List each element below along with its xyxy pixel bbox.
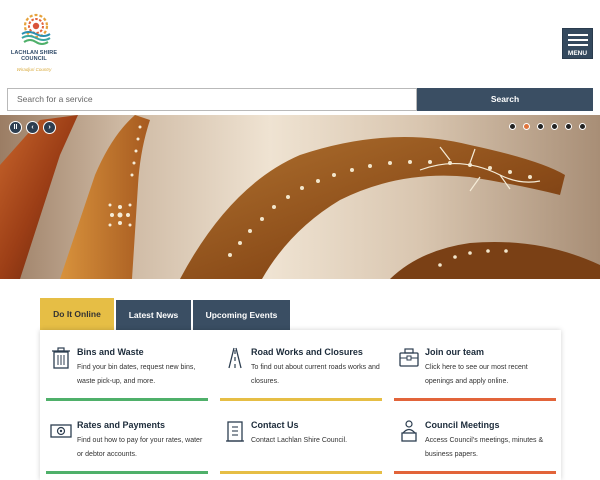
site-header: LACHLAN SHIRE COUNCIL Wiradjuri Country … [0,0,600,88]
slide-dot-3[interactable] [537,123,544,130]
slide-dot-4[interactable] [551,123,558,130]
card-description: Contact Lachlan Shire Council. [251,437,348,444]
search-button[interactable]: Search [417,88,593,111]
card-title: Bins and Waste [77,347,144,357]
road-icon [228,347,242,369]
pause-icon[interactable]: II [9,121,22,134]
logo-name: LACHLAN SHIRE COUNCIL [6,50,62,62]
card-description: To find out about current roads works an… [251,364,380,385]
tab-upcoming-events[interactable]: Upcoming Events [193,300,290,330]
menu-label: MENU [567,50,588,57]
card-description: Find your bin dates, request new bins, w… [77,364,196,385]
meeting-icon [401,420,417,442]
slide-dot-6[interactable] [579,123,586,130]
boomerang-image [0,115,600,279]
menu-button[interactable]: MENU [562,28,593,59]
card-bins-and-waste[interactable]: Bins and Waste Find your bin dates, requ… [40,330,213,403]
logo-tagline: Wiradjuri Country [16,67,52,72]
card-description: Access Council’s meetings, minutes & bus… [425,437,544,458]
card-divider [220,471,382,474]
card-contact-us[interactable]: Contact Us Contact Lachlan Shire Council… [214,403,387,480]
logo-name-line2: COUNCIL [21,56,47,62]
card-title: Join our team [425,347,485,357]
contact-icon [226,421,244,442]
logo-mark-icon [21,13,51,45]
slide-dot-1[interactable] [509,123,516,130]
card-title: Rates and Payments [77,420,166,430]
tab-latest-news[interactable]: Latest News [116,300,191,330]
council-logo[interactable]: LACHLAN SHIRE COUNCIL Wiradjuri Country [6,12,62,76]
tab-do-it-online[interactable]: Do It Online [40,298,114,330]
card-join-our-team[interactable]: Join our team Click here to see our most… [388,330,561,403]
card-title: Contact Us [251,420,299,430]
money-icon [50,424,72,438]
card-divider [394,398,556,401]
card-road-works[interactable]: Road Works and Closures To find out abou… [214,330,387,403]
card-divider [46,398,208,401]
slide-dot-2[interactable] [523,123,530,130]
slide-dot-5[interactable] [565,123,572,130]
card-title: Council Meetings [425,420,500,430]
card-description: Click here to see our most recent openin… [425,364,528,385]
card-council-meetings[interactable]: Council Meetings Access Council’s meetin… [388,403,561,480]
briefcase-icon [399,348,419,367]
search-input[interactable]: Search for a service [7,88,417,111]
card-divider [46,471,208,474]
hamburger-icon [568,34,588,36]
chevron-right-icon[interactable]: › [43,121,56,134]
services-panel: Bins and Waste Find your bin dates, requ… [40,330,561,480]
bin-icon [52,347,70,369]
chevron-left-icon[interactable]: ‹ [26,121,39,134]
card-rates-and-payments[interactable]: Rates and Payments Find out how to pay f… [40,403,213,480]
card-description: Find out how to pay for your rates, wate… [77,437,203,458]
hero-carousel: II ‹ › [0,115,600,279]
card-divider [394,471,556,474]
card-divider [220,398,382,401]
card-title: Road Works and Closures [251,347,363,357]
